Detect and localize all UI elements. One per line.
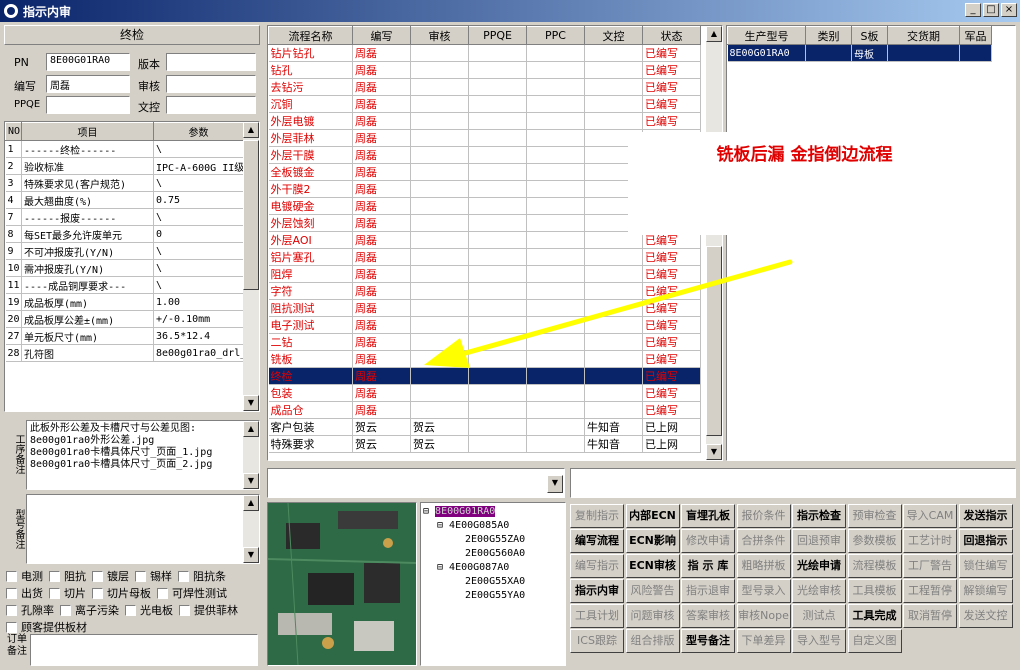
chevron-down-icon[interactable]: ▼ (547, 475, 563, 493)
tree-root-label[interactable]: 8E00G01RA0 (435, 506, 496, 517)
action-button[interactable]: 下单差异 (736, 629, 791, 653)
action-button[interactable]: 光绘申请 (792, 554, 846, 578)
action-button[interactable]: 盲埋孔板 (681, 504, 735, 528)
tree-node[interactable]: ⊟ 4E00G087A0 (423, 561, 563, 575)
tree-node-label[interactable]: 4E00G087A0 (449, 562, 509, 573)
action-button[interactable]: 工程暂停 (903, 579, 957, 603)
action-button[interactable]: 回退指示 (958, 529, 1013, 553)
action-button[interactable]: 指 示 库 (681, 554, 735, 578)
action-button[interactable]: 参数模板 (847, 529, 902, 553)
action-button[interactable]: 工具完成 (847, 604, 902, 628)
action-button[interactable]: 编写指示 (570, 554, 624, 578)
action-button[interactable]: 工具计划 (570, 604, 624, 628)
action-button[interactable]: 预审检查 (847, 504, 902, 528)
action-button[interactable]: 报价条件 (736, 504, 791, 528)
action-button[interactable]: ICS跟踪 (570, 629, 624, 653)
action-button[interactable]: ECN影响 (625, 529, 680, 553)
action-button[interactable]: 光绘审核 (792, 579, 846, 603)
tree-collapse-icon[interactable]: ⊟ (437, 520, 449, 531)
flow-dropdown[interactable]: ▼ (267, 468, 565, 498)
tree-root[interactable]: ⊟ 8E00G01RA0 (423, 505, 563, 519)
part-tree[interactable]: ⊟ 8E00G01RA0 ⊟ 4E00G085A0 2E00G55ZA0 2E00G5… (420, 502, 566, 666)
tree-node[interactable]: ⊟ 4E00G085A0 (423, 519, 563, 533)
action-button[interactable]: 问题审核 (625, 604, 680, 628)
tree-leaf-label[interactable]: 2E00G55ZA0 (465, 534, 525, 545)
tree-leaf[interactable]: 2E00G560A0 (423, 547, 563, 561)
action-button[interactable]: 自定义图 (847, 629, 902, 653)
action-button[interactable]: ECN审核 (625, 554, 680, 578)
action-button[interactable]: 测试点 (792, 604, 846, 628)
action-button[interactable]: 合拼条件 (736, 529, 791, 553)
action-button[interactable]: 流程模板 (847, 554, 902, 578)
action-button-grid: 复制指示 内部ECN 盲埋孔板 报价条件 指示检查 预审检查 导入CAM 发送指示编写流程 EC… (570, 504, 1016, 666)
action-button[interactable]: 工具模板 (847, 579, 902, 603)
tree-leaf[interactable]: 2E00G55XA0 (423, 575, 563, 589)
action-button[interactable]: 取消暂停 (903, 604, 957, 628)
action-button[interactable]: 组合排版 (625, 629, 680, 653)
action-button[interactable]: 发送指示 (958, 504, 1013, 528)
message-field[interactable] (570, 468, 1016, 498)
action-button[interactable]: 型号备注 (681, 629, 735, 653)
action-button[interactable]: 审核Nope (736, 604, 791, 628)
action-button[interactable]: 指示检查 (792, 504, 846, 528)
action-button[interactable]: 编写流程 (570, 529, 624, 553)
action-button[interactable]: 解锁编写 (958, 579, 1013, 603)
action-button[interactable]: 修改申请 (681, 529, 735, 553)
tree-leaf-label[interactable]: 2E00G560A0 (465, 548, 525, 559)
action-button[interactable]: 导入型号 (792, 629, 846, 653)
action-button[interactable]: 风险警告 (625, 579, 680, 603)
board-photo (267, 502, 417, 666)
action-button[interactable]: 指示退审 (681, 579, 735, 603)
action-button[interactable]: 工厂警告 (903, 554, 957, 578)
action-button[interactable]: 指示内审 (570, 579, 624, 603)
action-button[interactable]: 粗略拼板 (736, 554, 791, 578)
tree-leaf[interactable]: 2E00G55ZA0 (423, 533, 563, 547)
action-button[interactable]: 导入CAM (903, 504, 957, 528)
tree-leaf[interactable]: 2E00G55YA0 (423, 589, 563, 603)
tree-node-label[interactable]: 4E00G085A0 (449, 520, 509, 531)
action-button[interactable]: 发送文控 (958, 604, 1013, 628)
action-button[interactable]: 工艺计时 (903, 529, 957, 553)
action-button[interactable]: 锁住编写 (958, 554, 1013, 578)
action-button[interactable]: 内部ECN (625, 504, 680, 528)
action-button[interactable]: 型号录入 (736, 579, 791, 603)
tree-leaf-label[interactable]: 2E00G55XA0 (465, 576, 525, 587)
action-button[interactable]: 复制指示 (570, 504, 624, 528)
tree-collapse-icon[interactable]: ⊟ (423, 506, 435, 517)
action-button[interactable]: 答案审核 (681, 604, 735, 628)
tree-collapse-icon[interactable]: ⊟ (437, 562, 449, 573)
tree-leaf-label[interactable]: 2E00G55YA0 (465, 590, 525, 601)
action-button[interactable]: 回退预审 (792, 529, 846, 553)
